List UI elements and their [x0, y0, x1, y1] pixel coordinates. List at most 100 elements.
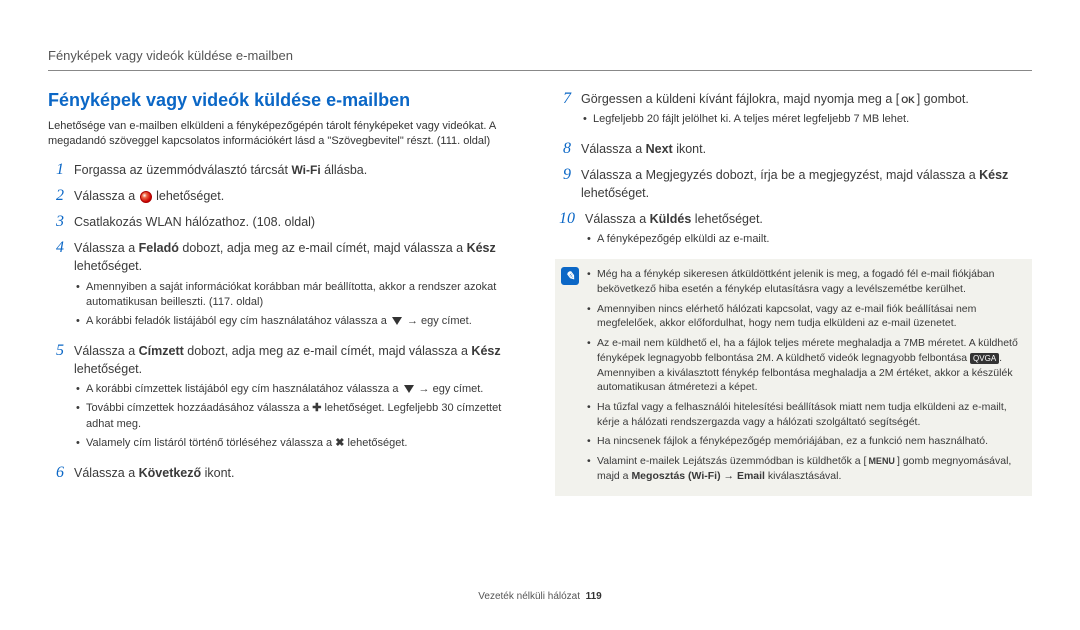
- right-column: 7 Görgessen a küldeni kívánt fájlokra, m…: [555, 90, 1032, 496]
- list-item: Valamint e-mailek Lejátszás üzemmódban i…: [587, 454, 1022, 483]
- list-item: Ha nincsenek fájlok a fényképezőgép memó…: [587, 434, 1022, 449]
- step-number: 9: [555, 166, 571, 202]
- sub-list: A korábbi címzettek listájából egy cím h…: [74, 382, 525, 452]
- step-7: 7 Görgessen a küldeni kívánt fájlokra, m…: [555, 90, 1032, 132]
- sub-list: A fényképezőgép elküldi az e-mailt.: [585, 232, 1032, 247]
- list-item: Amennyiben a saját információkat korábba…: [74, 280, 525, 311]
- text: ] gombot.: [917, 92, 969, 106]
- triangle-down-icon: [390, 314, 404, 328]
- text: Válassza a: [74, 466, 139, 480]
- text: A korábbi címzettek listájából egy cím h…: [86, 383, 402, 395]
- step-3: 3 Csatlakozás WLAN hálózathoz. (108. old…: [48, 213, 525, 231]
- text: ikont.: [201, 466, 234, 480]
- text: ikont.: [673, 142, 706, 156]
- text: Valamint e-mailek Lejátszás üzemmódban i…: [597, 455, 866, 467]
- list-item: Az e-mail nem küldhető el, ha a fájlok t…: [587, 336, 1022, 395]
- text: Forgassa az üzemmódválasztó tárcsát: [74, 163, 291, 177]
- text: Válassza a: [74, 241, 139, 255]
- step-9: 9 Válassza a Megjegyzés dobozt, írja be …: [555, 166, 1032, 202]
- step-number: 10: [555, 210, 575, 252]
- text: Válassza a: [74, 189, 139, 203]
- text: lehetőséget.: [153, 189, 225, 203]
- sub-list: Legfeljebb 20 fájlt jelölhet ki. A telje…: [581, 112, 1032, 127]
- bold-text: Címzett: [139, 344, 184, 358]
- step-number: 1: [48, 161, 64, 179]
- step-number: 5: [48, 342, 64, 456]
- text: dobozt, adja meg az e-mail címét, majd v…: [179, 241, 467, 255]
- step-number: 7: [555, 90, 571, 132]
- list-item: Ha tűzfal vagy a felhasználói hitelesíté…: [587, 400, 1022, 429]
- triangle-down-icon: [402, 382, 416, 396]
- text: Válassza a Megjegyzés dobozt, írja be a …: [581, 168, 979, 182]
- text: lehetőséget.: [691, 212, 763, 226]
- email-icon: [139, 190, 153, 204]
- sub-list: Amennyiben a saját információkat korábba…: [74, 280, 525, 330]
- left-column: Fényképek vagy videók küldése e-mailben …: [48, 90, 525, 496]
- resolution-icon: QVGA: [970, 353, 999, 364]
- text: dobozt, adja meg az e-mail címét, majd v…: [184, 344, 472, 358]
- text: A korábbi feladók listájából egy cím has…: [86, 315, 390, 327]
- step-2: 2 Válassza a lehetőséget.: [48, 187, 525, 205]
- step-number: 8: [555, 140, 571, 158]
- text: Válassza a: [74, 344, 139, 358]
- bold-text: Kész: [467, 241, 496, 255]
- step-body: Válassza a Feladó dobozt, adja meg az e-…: [74, 239, 525, 333]
- list-item: A fényképezőgép elküldi az e-mailt.: [585, 232, 1032, 247]
- step-body: Forgassa az üzemmódválasztó tárcsát Wi-F…: [74, 161, 525, 179]
- bold-text: Next: [646, 142, 673, 156]
- text: Görgessen a küldeni kívánt fájlokra, maj…: [581, 92, 899, 106]
- text: További címzettek hozzáadásához válassza…: [86, 402, 312, 414]
- step-1: 1 Forgassa az üzemmódválasztó tárcsát Wi…: [48, 161, 525, 179]
- step-number: 4: [48, 239, 64, 333]
- step-4: 4 Válassza a Feladó dobozt, adja meg az …: [48, 239, 525, 333]
- section-title: Fényképek vagy videók küldése e-mailben: [48, 90, 525, 111]
- step-body: Görgessen a küldeni kívánt fájlokra, maj…: [581, 90, 1032, 132]
- step-number: 3: [48, 213, 64, 231]
- list-item: A korábbi feladók listájából egy cím has…: [74, 314, 525, 329]
- intro-text: Lehetősége van e-mailben elküldeni a fén…: [48, 119, 525, 149]
- header-rule: [48, 70, 1032, 71]
- wifi-label: Wi-Fi: [291, 163, 320, 177]
- text: állásba.: [321, 163, 368, 177]
- bold-text: Email: [737, 470, 765, 482]
- step-body: Válassza a Next ikont.: [581, 140, 1032, 158]
- step-body: Csatlakozás WLAN hálózathoz. (108. oldal…: [74, 213, 525, 231]
- page-header: Fényképek vagy videók küldése e-mailben: [48, 48, 293, 63]
- ok-button-icon: OK: [899, 94, 917, 107]
- step-body: Válassza a Címzett dobozt, adja meg az e…: [74, 342, 525, 456]
- step-8: 8 Válassza a Next ikont.: [555, 140, 1032, 158]
- step-body: Válassza a Megjegyzés dobozt, írja be a …: [581, 166, 1032, 202]
- text: Valamely cím listáról történő törléséhez…: [86, 437, 335, 449]
- bold-text: Kész: [979, 168, 1008, 182]
- list-item: Amennyiben nincs elérhető hálózati kapcs…: [587, 302, 1022, 331]
- page-number: 119: [586, 591, 602, 602]
- bold-text: Megosztás (Wi-Fi): [631, 470, 720, 482]
- bold-text: Küldés: [650, 212, 692, 226]
- footer-label: Vezeték nélküli hálózat: [478, 591, 580, 602]
- step-10: 10 Válassza a Küldés lehetőséget. A fény…: [555, 210, 1032, 252]
- text: Válassza a: [585, 212, 650, 226]
- step-5: 5 Válassza a Címzett dobozt, adja meg az…: [48, 342, 525, 456]
- list-item: További címzettek hozzáadásához válassza…: [74, 401, 525, 432]
- bold-text: Feladó: [139, 241, 179, 255]
- note-list: Még ha a fénykép sikeresen átküldöttként…: [587, 267, 1022, 488]
- text: → egy címet.: [404, 315, 472, 327]
- list-item: Legfeljebb 20 fájlt jelölhet ki. A telje…: [581, 112, 1032, 127]
- text: kiválasztásával.: [765, 470, 841, 482]
- step-number: 2: [48, 187, 64, 205]
- menu-button-icon: MENU: [866, 455, 897, 468]
- text: lehetőséget.: [344, 437, 407, 449]
- text: → egy címet.: [416, 383, 484, 395]
- text: Az e-mail nem küldhető el, ha a fájlok t…: [597, 337, 1018, 364]
- step-body: Válassza a Következő ikont.: [74, 464, 525, 482]
- list-item: A korábbi címzettek listájából egy cím h…: [74, 382, 525, 397]
- text: lehetőséget.: [581, 186, 649, 200]
- step-6: 6 Válassza a Következő ikont.: [48, 464, 525, 482]
- note-box: ✎ Még ha a fénykép sikeresen átküldöttké…: [555, 259, 1032, 496]
- text: →: [721, 470, 737, 482]
- page-footer: Vezeték nélküli hálózat 119: [0, 591, 1080, 602]
- bold-text: Kész: [471, 344, 500, 358]
- text: Válassza a: [581, 142, 646, 156]
- main-content: Fényképek vagy videók küldése e-mailben …: [48, 90, 1032, 496]
- step-number: 6: [48, 464, 64, 482]
